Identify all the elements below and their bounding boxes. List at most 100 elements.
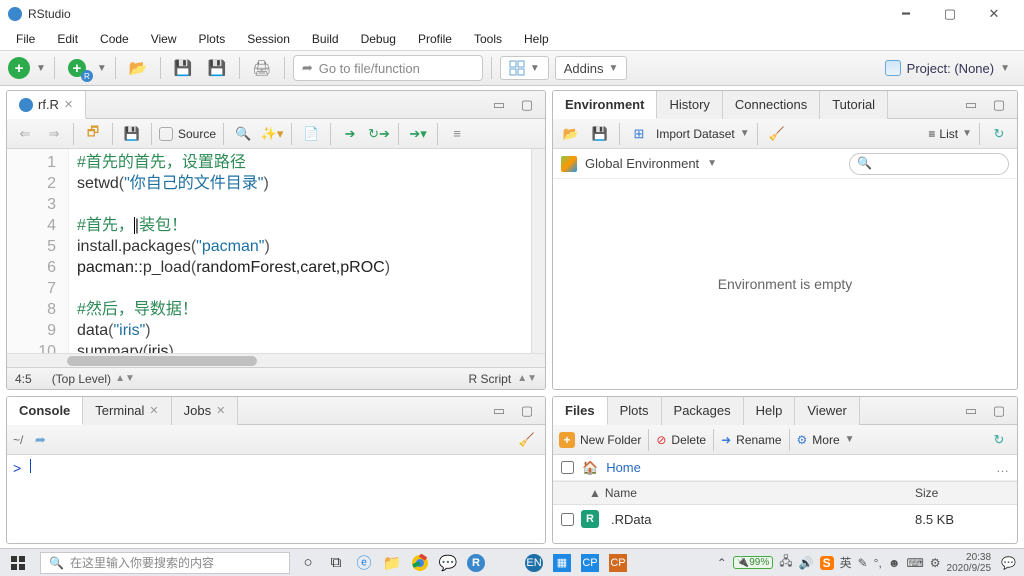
env-search-input[interactable]: [849, 153, 1009, 175]
new-file-button[interactable]: +: [8, 57, 30, 79]
save-button[interactable]: 💾: [120, 123, 144, 145]
tab-terminal[interactable]: Terminal✕: [83, 397, 171, 425]
chrome-app-icon[interactable]: [406, 549, 434, 576]
list-grid-toggle[interactable]: ≡ List ▼: [928, 127, 972, 141]
wechat-app-icon[interactable]: 💬: [434, 549, 462, 576]
sogou-ime-icon[interactable]: S: [820, 556, 834, 570]
window-minimize-button[interactable]: ━: [884, 0, 928, 28]
print-button[interactable]: 🖨: [248, 55, 276, 81]
tab-help[interactable]: Help: [744, 397, 796, 425]
find-button[interactable]: 🔍: [231, 123, 255, 145]
volume-icon[interactable]: 🔊: [799, 556, 814, 570]
maximize-pane-button[interactable]: ▢: [987, 400, 1011, 422]
taskbar-clock[interactable]: 20:38 2020/9/25: [947, 552, 996, 574]
save-button[interactable]: 💾: [169, 55, 197, 81]
menu-file[interactable]: File: [6, 30, 45, 48]
editor-vertical-scrollbar[interactable]: [531, 149, 545, 353]
file-checkbox[interactable]: [561, 513, 574, 526]
new-folder-button[interactable]: New Folder: [580, 433, 641, 447]
action-center-icon[interactable]: 💬: [1001, 556, 1016, 570]
menu-tools[interactable]: Tools: [464, 30, 512, 48]
dropdown-icon[interactable]: ▼: [36, 63, 46, 74]
col-size[interactable]: Size: [907, 486, 1017, 500]
outline-button[interactable]: ≡: [445, 123, 469, 145]
files-path-more[interactable]: …: [996, 460, 1009, 475]
tab-jobs[interactable]: Jobs✕: [172, 397, 239, 425]
minimize-pane-button[interactable]: ▭: [487, 94, 511, 116]
save-workspace-button[interactable]: 💾: [588, 123, 612, 145]
import-dataset-button[interactable]: Import Dataset: [656, 127, 735, 141]
open-file-button[interactable]: 📂: [124, 55, 152, 81]
project-menu[interactable]: Project: (None) ▼: [879, 60, 1016, 76]
rstudio-app-icon[interactable]: R: [462, 549, 490, 576]
maximize-pane-button[interactable]: ▢: [987, 94, 1011, 116]
tab-packages[interactable]: Packages: [662, 397, 744, 425]
tab-plots[interactable]: Plots: [608, 397, 662, 425]
tab-files[interactable]: Files: [553, 397, 608, 425]
endnote-app-icon[interactable]: EN: [520, 549, 548, 576]
re-run-button[interactable]: ↻➔: [367, 123, 391, 145]
file-name[interactable]: .RData: [605, 512, 907, 527]
more-button[interactable]: More: [812, 433, 839, 447]
source-tab-rf[interactable]: rf.R ✕: [7, 91, 86, 119]
tab-connections[interactable]: Connections: [723, 91, 820, 119]
start-button[interactable]: [0, 549, 36, 576]
minimize-pane-button[interactable]: ▭: [959, 94, 983, 116]
tab-history[interactable]: History: [657, 91, 722, 119]
refresh-button[interactable]: ↻: [987, 123, 1011, 145]
load-workspace-button[interactable]: 📂: [559, 123, 583, 145]
code-tools-button[interactable]: ✨▾: [260, 123, 284, 145]
ime-emoji-icon[interactable]: ☻: [888, 556, 901, 570]
clear-objects-button[interactable]: 🧹: [765, 123, 789, 145]
network-icon[interactable]: 🖧: [779, 552, 792, 573]
addins-button[interactable]: Addins ▼: [555, 56, 628, 80]
close-icon[interactable]: ✕: [149, 404, 158, 417]
minimize-pane-button[interactable]: ▭: [487, 400, 511, 422]
cortana-button[interactable]: ○: [294, 549, 322, 576]
env-search[interactable]: 🔍: [849, 153, 1009, 175]
menu-help[interactable]: Help: [514, 30, 559, 48]
app-icon[interactable]: ▦: [548, 549, 576, 576]
dropdown-icon[interactable]: ▼: [97, 63, 107, 74]
source-button[interactable]: ➔▾: [406, 123, 430, 145]
taskbar-search[interactable]: 🔍 在这里输入你要搜索的内容: [40, 552, 290, 574]
show-in-new-window-button[interactable]: 🗗: [81, 123, 105, 145]
scope-selector[interactable]: (Top Level)▲▼: [52, 372, 135, 386]
close-icon[interactable]: ✕: [216, 404, 225, 417]
maximize-pane-button[interactable]: ▢: [515, 400, 539, 422]
close-icon[interactable]: ✕: [64, 98, 73, 111]
app-icon[interactable]: CP: [576, 549, 604, 576]
goto-dir-button[interactable]: ➦: [28, 429, 52, 451]
code-editor[interactable]: #首先的首先，设置路径 setwd("你自己的文件目录") #首先，|装包！ i…: [69, 149, 531, 353]
go-to-file-function-input[interactable]: ➦ Go to file/function: [293, 55, 483, 81]
menu-debug[interactable]: Debug: [351, 30, 406, 48]
env-scope-selector[interactable]: Global Environment: [585, 156, 699, 171]
menu-edit[interactable]: Edit: [47, 30, 88, 48]
rename-button[interactable]: Rename: [736, 433, 781, 447]
language-mode[interactable]: R Script: [469, 372, 512, 386]
menu-view[interactable]: View: [141, 30, 187, 48]
ime-keyboard-icon[interactable]: ⌨: [906, 556, 923, 570]
minimize-pane-button[interactable]: ▭: [959, 400, 983, 422]
file-row[interactable]: R .RData 8.5 KB: [553, 505, 1017, 533]
tab-environment[interactable]: Environment: [553, 91, 657, 119]
ime-mode-icon[interactable]: ✎: [858, 556, 868, 570]
delete-button[interactable]: Delete: [671, 433, 706, 447]
menu-profile[interactable]: Profile: [408, 30, 462, 48]
breadcrumb-home[interactable]: Home: [606, 460, 641, 475]
menu-session[interactable]: Session: [237, 30, 300, 48]
ime-punct-icon[interactable]: °,: [874, 556, 882, 570]
window-close-button[interactable]: ✕: [972, 0, 1016, 28]
ime-indicator[interactable]: 英: [840, 554, 852, 571]
select-all-checkbox[interactable]: [561, 461, 574, 474]
ime-settings-icon[interactable]: ⚙: [930, 556, 941, 570]
menu-code[interactable]: Code: [90, 30, 139, 48]
tab-viewer[interactable]: Viewer: [795, 397, 860, 425]
console-input[interactable]: >: [7, 455, 545, 543]
back-button[interactable]: ⇐: [13, 123, 37, 145]
editor-horizontal-scrollbar[interactable]: [7, 353, 545, 367]
file-explorer-icon[interactable]: 📁: [378, 549, 406, 576]
workspace-panes-button[interactable]: ▼: [500, 56, 549, 80]
new-project-button[interactable]: + R: [63, 55, 91, 81]
tab-console[interactable]: Console: [7, 397, 83, 425]
